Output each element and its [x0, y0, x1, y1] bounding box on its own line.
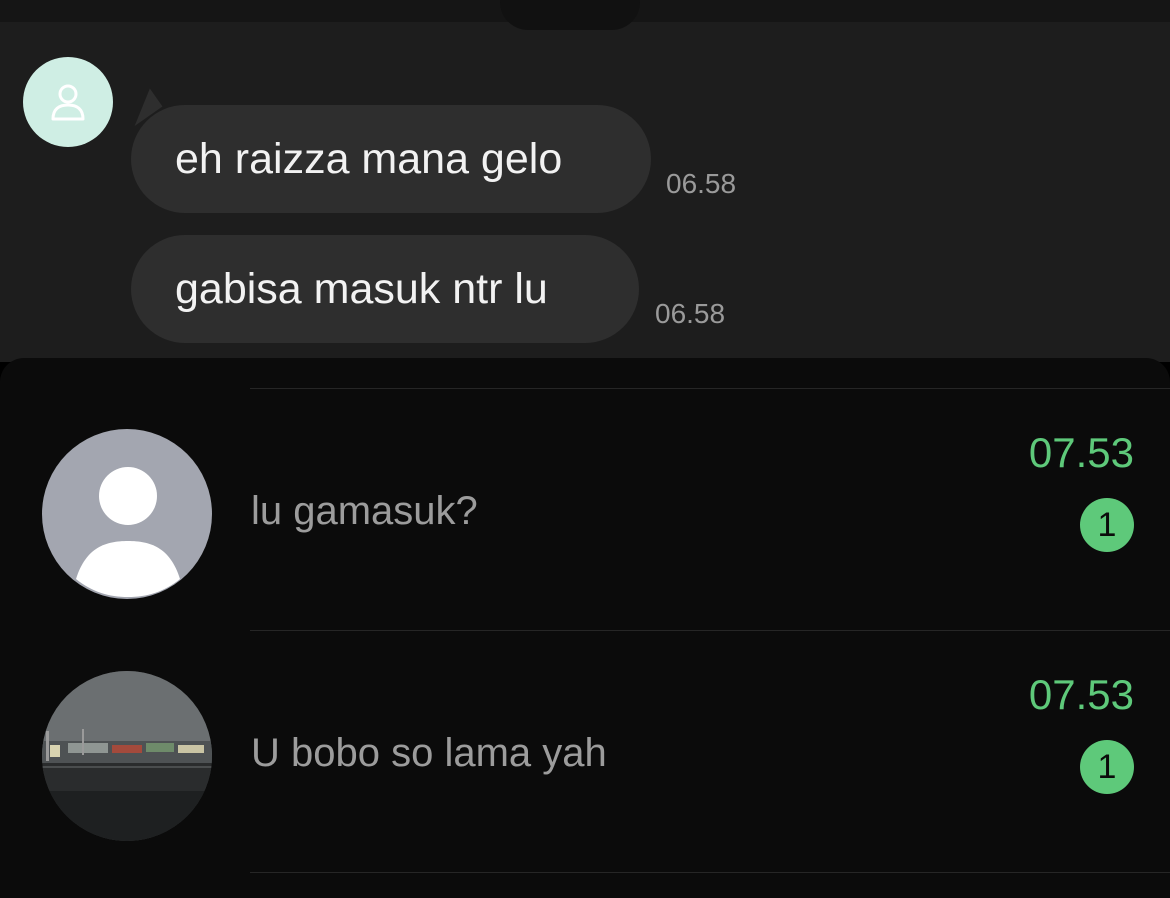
unread-badge: 1 [1080, 498, 1134, 552]
default-person-avatar [42, 429, 212, 599]
message-timestamp: 06.58 [666, 168, 737, 199]
chat-list-sheet: lu gamasuk? 07.53 1 U bobo so lama yah 0… [0, 358, 1170, 898]
message-bubble[interactable]: eh raizza mana gelo [131, 105, 651, 213]
chat-panel: eh raizza mana gelo 06.58 gabisa masuk n… [0, 0, 1170, 362]
sender-avatar[interactable] [23, 57, 113, 147]
unread-badge: 1 [1080, 740, 1134, 794]
chat-time: 07.53 [1028, 429, 1134, 476]
chat-time: 07.53 [1028, 671, 1134, 718]
message-preview: lu gamasuk? [251, 489, 478, 533]
photo-avatar [42, 671, 212, 841]
previous-message-bubble-edge [500, 0, 640, 30]
row-divider [250, 872, 1170, 873]
message-preview: U bobo so lama yah [251, 731, 607, 775]
person-outline-icon [51, 84, 85, 121]
chat-list-row[interactable]: lu gamasuk? 07.53 1 [0, 389, 1170, 631]
message-bubble[interactable]: gabisa masuk ntr lu [131, 235, 639, 343]
message-timestamp: 06.58 [655, 298, 726, 329]
person-silhouette-icon [76, 467, 180, 597]
night-street-photo [42, 671, 212, 841]
chat-list-row[interactable]: U bobo so lama yah 07.53 1 [0, 631, 1170, 873]
